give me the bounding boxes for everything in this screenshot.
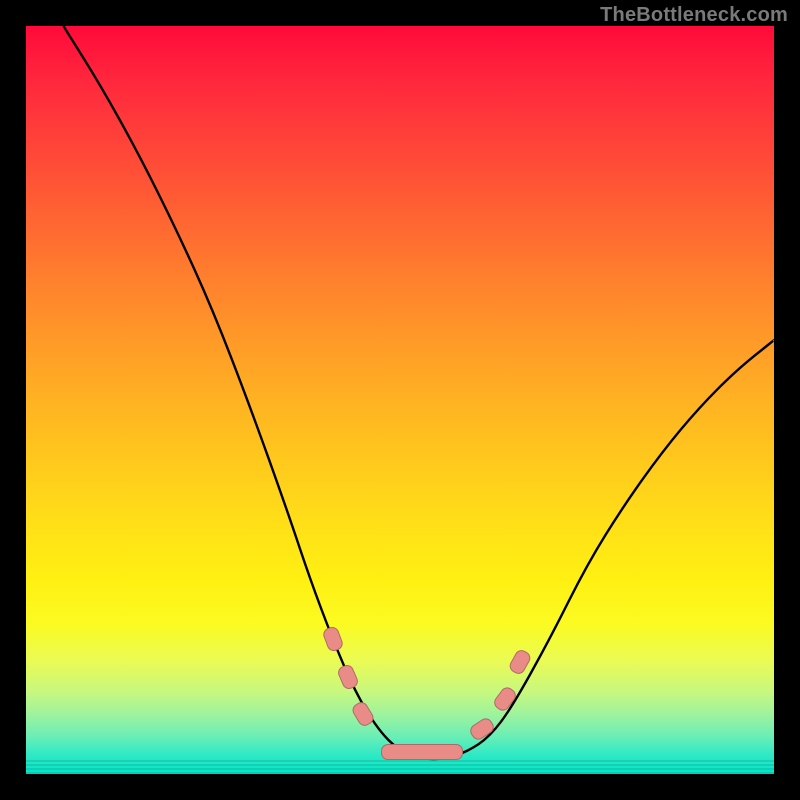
plot-area [26,26,774,774]
bottleneck-curve [63,26,774,759]
chart-container: TheBottleneck.com [0,0,800,800]
curve-marker [381,744,463,760]
curve-svg [26,26,774,774]
watermark-text: TheBottleneck.com [600,4,788,27]
